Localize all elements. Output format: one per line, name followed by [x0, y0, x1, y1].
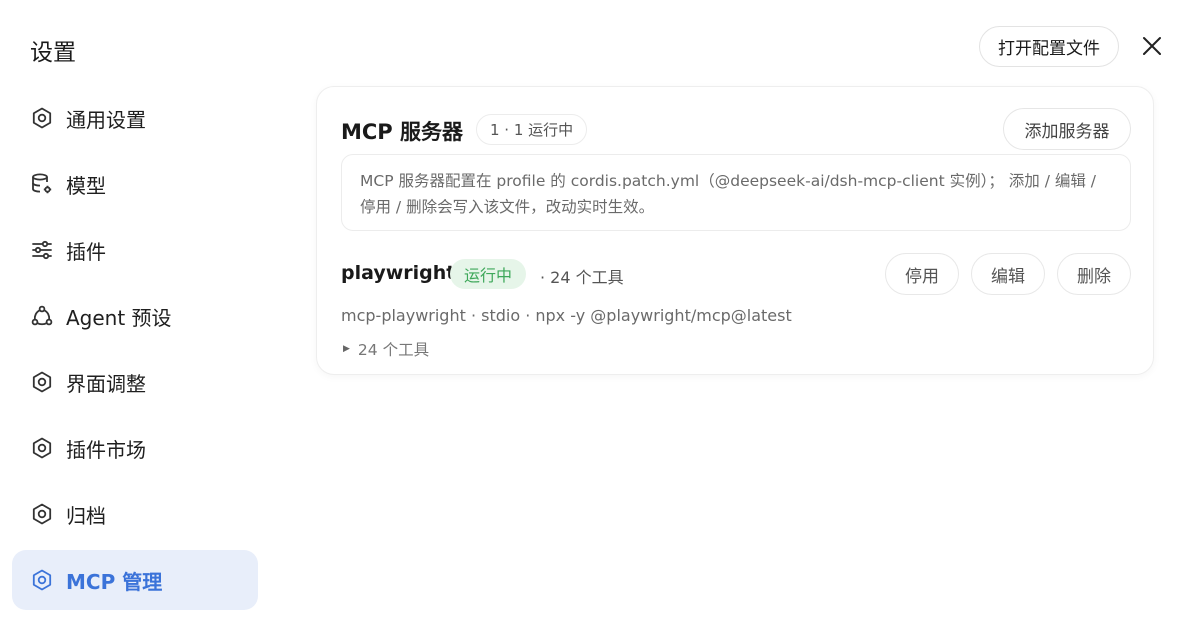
sidebar-item-label: Agent 预设: [66, 305, 172, 330]
server-name: playwright: [341, 262, 456, 284]
server-command: mcp-playwright · stdio · npx -y @playwri…: [341, 306, 792, 325]
gear-icon: [29, 567, 55, 593]
sidebar-item-plugin-market[interactable]: 插件市场: [12, 418, 258, 478]
sidebar-item-label: 模型: [66, 173, 106, 198]
sidebar-item-label: 界面调整: [66, 371, 146, 396]
sidebar-item-plugins[interactable]: 插件: [12, 220, 258, 280]
disable-server-button[interactable]: 停用: [885, 253, 959, 295]
sliders-icon: [29, 237, 55, 263]
server-count-badge: 1 · 1 运行中: [476, 114, 588, 145]
network-icon: [29, 303, 55, 329]
add-server-button[interactable]: 添加服务器: [1003, 108, 1131, 150]
sidebar-item-mcp[interactable]: MCP 管理: [12, 550, 258, 610]
sidebar-item-agent-presets[interactable]: Agent 预设: [12, 286, 258, 346]
close-button[interactable]: [1138, 32, 1166, 60]
sidebar-item-general[interactable]: 通用设置: [12, 88, 258, 148]
sidebar-item-models[interactable]: 模型: [12, 154, 258, 214]
database-gear-icon: [29, 171, 55, 197]
gear-icon: [29, 435, 55, 461]
gear-icon: [29, 369, 55, 395]
tool-count: · 24 个工具: [540, 268, 624, 287]
sidebar-item-label: 通用设置: [66, 107, 146, 132]
tools-toggle-label: 24 个工具: [357, 341, 430, 359]
dialog-title: 设置: [30, 40, 76, 66]
sidebar-item-label: 插件市场: [66, 437, 146, 462]
gear-icon: [29, 105, 55, 131]
triangle-right-icon: ▶: [343, 344, 350, 354]
gear-icon: [29, 501, 55, 527]
sidebar-item-label: MCP 管理: [66, 569, 163, 594]
status-badge: 运行中: [450, 259, 527, 289]
sidebar-item-label: 归档: [66, 503, 106, 528]
mcp-servers-card: MCP 服务器 1 · 1 运行中 添加服务器 MCP 服务器配置在 profi…: [316, 86, 1154, 375]
close-icon: [1143, 37, 1161, 55]
tools-expand-toggle[interactable]: ▶ 24 个工具: [343, 338, 429, 360]
sidebar-item-label: 插件: [66, 239, 106, 264]
settings-sidebar: 通用设置 模型 插件 Agent 预设 界面调整 插件市场 归档 MCP 管理: [12, 88, 258, 616]
sidebar-item-appearance[interactable]: 界面调整: [12, 352, 258, 412]
mcp-info-note: MCP 服务器配置在 profile 的 cordis.patch.yml（@d…: [341, 154, 1131, 231]
delete-server-button[interactable]: 删除: [1057, 253, 1131, 295]
open-config-button[interactable]: 打开配置文件: [979, 26, 1119, 67]
mcp-section-title: MCP 服务器: [341, 120, 464, 144]
sidebar-item-archive[interactable]: 归档: [12, 484, 258, 544]
edit-server-button[interactable]: 编辑: [971, 253, 1045, 295]
settings-dialog: 设置 打开配置文件 通用设置 模型 插件 Agent 预设 界面调整 插件市场 …: [0, 0, 1197, 633]
